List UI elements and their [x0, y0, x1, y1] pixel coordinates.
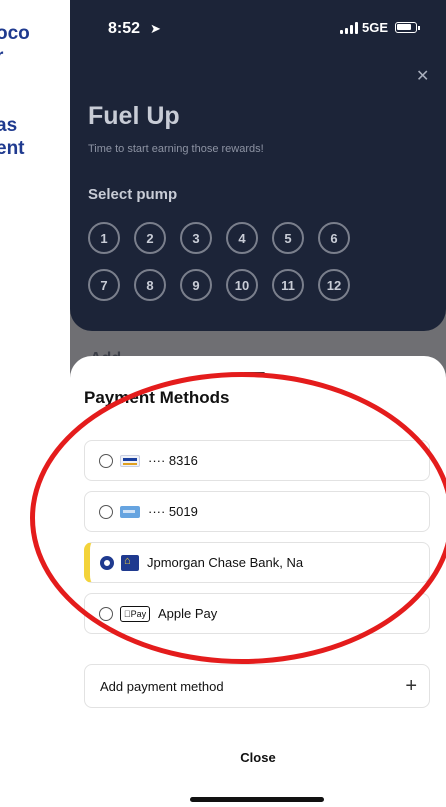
payment-methods-sheet: Payment Methods ···· 8316 ···· 5019 Jpmo… — [70, 356, 446, 807]
pump-button[interactable]: 2 — [134, 222, 166, 254]
payment-method-apple-pay[interactable]: Pay Apple Pay — [84, 593, 430, 634]
close-button[interactable]: Close — [70, 750, 446, 765]
pump-button[interactable]: 3 — [180, 222, 212, 254]
pump-button[interactable]: 9 — [180, 269, 212, 301]
pump-button[interactable]: 6 — [318, 222, 350, 254]
select-pump-label: Select pump — [88, 186, 178, 203]
fuel-up-card: ✕ Fuel Up Time to start earning those re… — [70, 46, 446, 331]
article-line: r — [0, 45, 66, 68]
radio-button[interactable] — [99, 606, 113, 621]
status-time: 8:52 — [108, 20, 141, 37]
status-bar: 8:52 ➤ 5GE — [70, 0, 446, 46]
article-line: ent — [0, 138, 25, 159]
fuel-up-title: Fuel Up — [88, 102, 180, 130]
pump-selector: 1 2 3 4 5 6 7 8 9 10 11 12 — [88, 222, 388, 301]
article-line: as — [0, 115, 18, 136]
battery-icon — [395, 22, 421, 33]
amex-card-icon — [120, 505, 140, 518]
pump-button[interactable]: 7 — [88, 269, 120, 301]
pump-button[interactable]: 12 — [318, 269, 350, 301]
payment-method-bank[interactable]: Jpmorgan Chase Bank, Na — [84, 542, 430, 583]
radio-button[interactable] — [99, 504, 113, 519]
pump-button[interactable]: 10 — [226, 269, 258, 301]
phone-screen: 8:52 ➤ 5GE ✕ Fuel Up Time to start earni… — [70, 0, 446, 807]
radio-button[interactable] — [99, 453, 113, 468]
sheet-grabber[interactable] — [243, 372, 265, 375]
add-payment-method-label: Add payment method — [100, 678, 224, 694]
payment-method-amex[interactable]: ···· 5019 — [84, 491, 430, 532]
pump-button[interactable]: 8 — [134, 269, 166, 301]
bank-icon — [121, 554, 139, 571]
pump-button[interactable]: 1 — [88, 222, 120, 254]
payment-method-label: ···· 8316 — [148, 453, 198, 468]
visa-card-icon — [120, 454, 140, 467]
article-text-cropped: oco r l as ent — [0, 22, 66, 160]
payment-method-label: Apple Pay — [158, 606, 218, 621]
pump-button[interactable]: 4 — [226, 222, 258, 254]
plus-icon: + — [405, 675, 417, 697]
payment-method-visa[interactable]: ···· 8316 — [84, 440, 430, 481]
location-arrow-icon: ➤ — [150, 21, 161, 36]
payment-method-label: ···· 5019 — [148, 504, 198, 519]
signal-bars-icon — [340, 21, 358, 34]
close-icon[interactable]: ✕ — [416, 66, 429, 86]
pump-button[interactable]: 11 — [272, 269, 304, 301]
apple-pay-icon: Pay — [120, 605, 150, 622]
article-line: l — [0, 91, 66, 114]
network-type: 5GE — [362, 20, 389, 35]
pump-button[interactable]: 5 — [272, 222, 304, 254]
status-indicators: 5GE — [340, 20, 421, 35]
sheet-title: Payment Methods — [84, 388, 230, 407]
home-indicator — [190, 797, 324, 802]
article-line: oco — [0, 23, 30, 44]
add-payment-method-button[interactable]: Add payment method + — [84, 664, 430, 708]
article-line — [0, 68, 66, 91]
fuel-up-subtitle: Time to start earning those rewards! — [88, 143, 264, 155]
radio-button-selected[interactable] — [100, 555, 114, 570]
payment-method-label: Jpmorgan Chase Bank, Na — [147, 555, 304, 570]
